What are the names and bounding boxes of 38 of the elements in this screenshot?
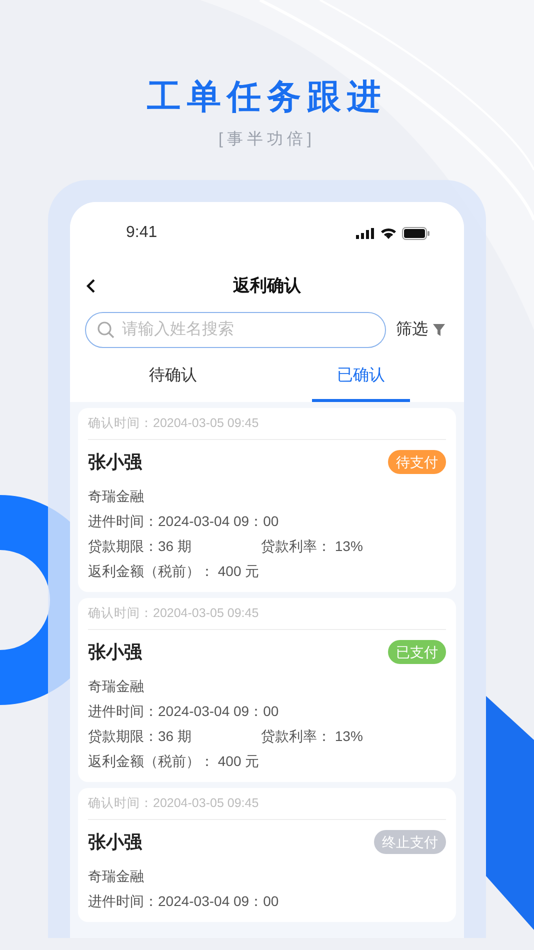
- filter-button[interactable]: 筛选: [396, 318, 449, 342]
- lender-name: 奇瑞金融: [88, 487, 145, 506]
- customer-name: 张小强: [88, 450, 142, 474]
- tagline: [事半功倍]: [218, 130, 316, 150]
- customer-name: 张小强: [88, 640, 142, 664]
- signal-icon: [356, 228, 375, 238]
- loan-rate: 贷款利率： 13%: [261, 727, 363, 746]
- battery-icon: [402, 226, 430, 240]
- tab[interactable]: 已确认: [312, 350, 410, 402]
- status-badge: 待支付: [388, 450, 446, 474]
- tab[interactable]: 待确认: [124, 350, 222, 402]
- confirm-time: 确认时间：20204-03-05 09:45: [88, 415, 259, 432]
- loan-rate: 贷款利率： 13%: [261, 537, 363, 556]
- status-badge: 终止支付: [374, 830, 446, 854]
- confirm-time: 确认时间：20204-03-05 09:45: [88, 605, 259, 622]
- status-badge: 已支付: [388, 640, 446, 664]
- search-field[interactable]: 请输入姓名搜索: [85, 312, 386, 348]
- funnel-icon: [433, 324, 445, 336]
- loan-term: 贷款期限：36 期: [88, 727, 192, 746]
- submit-time: 进件时间：2024-03-04 09：00: [88, 512, 280, 531]
- back-icon[interactable]: [85, 278, 97, 294]
- record-card[interactable]: 确认时间：20204-03-05 09:45 张小强 待支付 奇瑞金融 进件时间：2024-03-04 09：00 贷款期限：36 期 贷款利率： 13% 返利金额（税前）： 400 元: [78, 408, 456, 592]
- submit-time: 进件时间：2024-03-04 09：00: [88, 702, 280, 721]
- headline: 工单任务跟进: [147, 77, 387, 118]
- search-icon: [97, 321, 115, 339]
- record-card[interactable]: 确认时间：20204-03-05 09:45 张小强 已支付 奇瑞金融 进件时间：2024-03-04 09：00 贷款期限：36 期 贷款利率： 13% 返利金额（税前）： 400 元: [78, 598, 456, 782]
- wifi-icon: [380, 227, 397, 239]
- loan-term: 贷款期限：36 期: [88, 537, 192, 556]
- confirm-time: 确认时间：20204-03-05 09:45: [88, 795, 259, 812]
- submit-time: 进件时间：2024-03-04 09：00: [88, 892, 280, 911]
- rebate-amount: 返利金额（税前）： 400 元: [88, 562, 260, 581]
- customer-name: 张小强: [88, 830, 142, 854]
- rebate-amount: 返利金额（税前）： 400 元: [88, 752, 260, 771]
- status-time: 9:41: [126, 223, 158, 243]
- record-card[interactable]: 确认时间：20204-03-05 09:45 张小强 终止支付 奇瑞金融 进件时间：2024-03-04 09：00: [78, 788, 456, 922]
- page-title: 返利确认: [233, 275, 301, 298]
- lender-name: 奇瑞金融: [88, 867, 145, 886]
- lender-name: 奇瑞金融: [88, 677, 145, 696]
